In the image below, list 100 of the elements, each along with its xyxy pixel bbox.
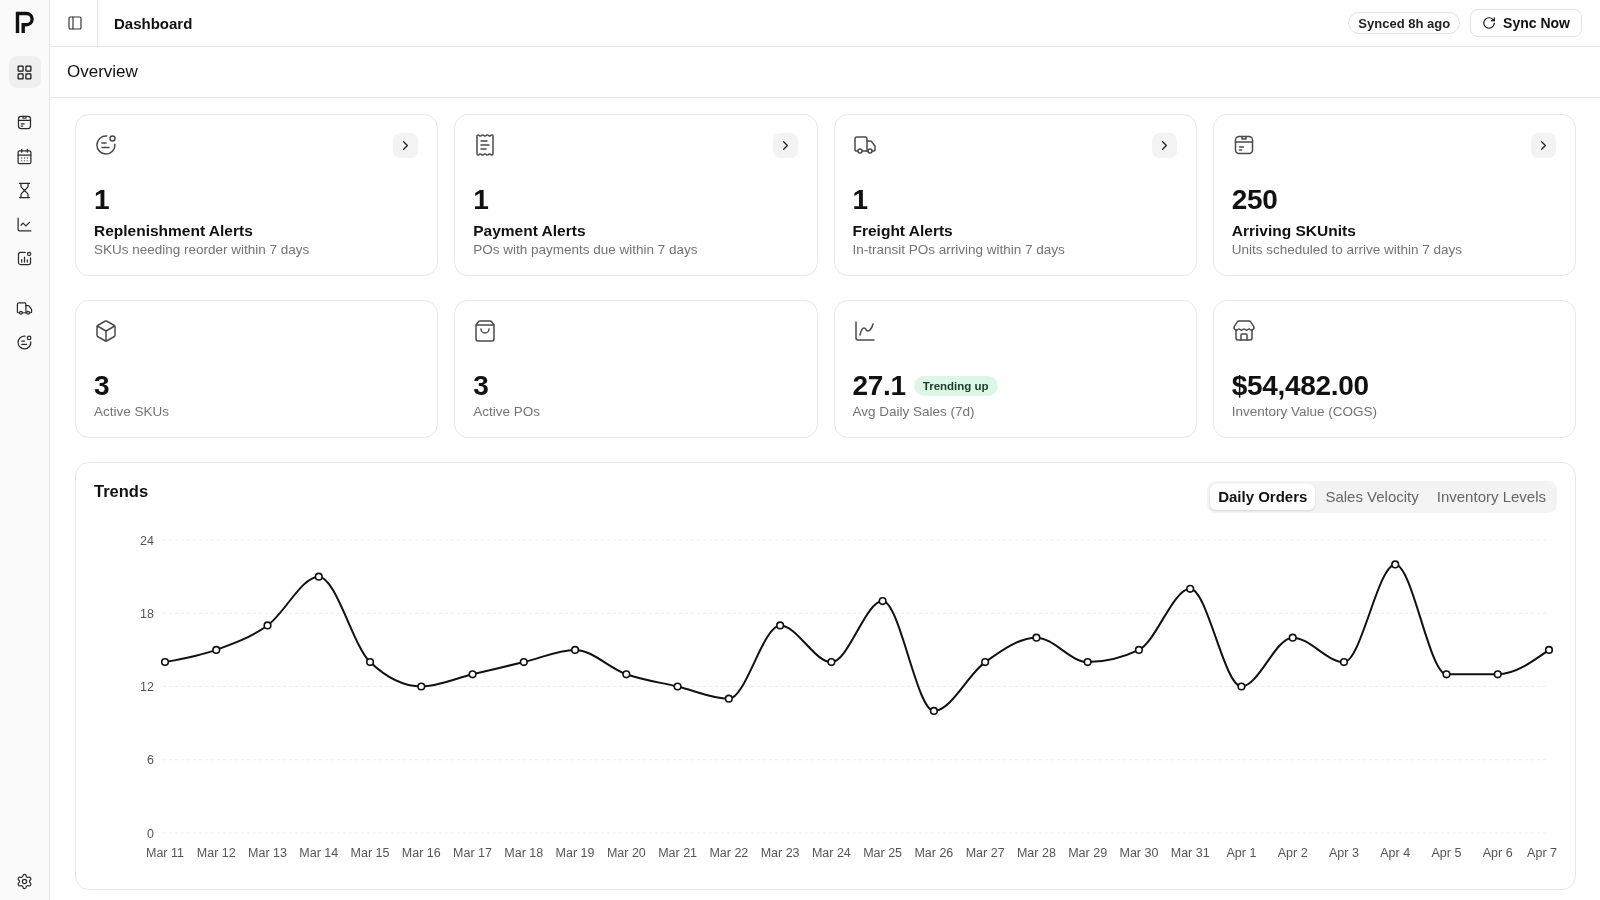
chart-tab[interactable]: Inventory Levels <box>1428 484 1554 510</box>
calendar-icon <box>16 147 33 165</box>
card-value: 3 <box>94 369 110 403</box>
data-point <box>981 658 990 667</box>
data-point <box>212 645 221 654</box>
grid-icon <box>16 63 33 81</box>
refresh-icon <box>1482 16 1497 30</box>
card-label: Avg Daily Sales (7d) <box>852 403 976 421</box>
x-axis-label: Mar 11 <box>146 846 184 860</box>
page-title: Overview <box>67 62 138 82</box>
y-axis-label: 24 <box>140 533 154 548</box>
y-axis-label: 6 <box>147 753 154 768</box>
trend-badge: Trending up <box>913 376 998 396</box>
data-point <box>1237 682 1246 691</box>
card-value: $54,482.00 <box>1231 369 1369 403</box>
truck-icon <box>852 133 877 157</box>
chart-tab[interactable]: Sales Velocity <box>1317 484 1427 510</box>
x-axis-label: Mar 21 <box>658 846 698 860</box>
x-axis-label: Mar 13 <box>248 846 287 860</box>
card-value: 1 <box>473 183 489 217</box>
x-axis-label: Mar 18 <box>504 846 544 860</box>
x-axis-label: Mar 15 <box>350 846 390 860</box>
card-label: Active POs <box>473 403 542 421</box>
card-label: Inventory Value (COGS) <box>1231 403 1379 421</box>
x-axis-label: Mar 27 <box>965 846 1005 860</box>
y-axis-label: 12 <box>140 680 154 694</box>
open-button[interactable] <box>1151 132 1177 158</box>
cube-icon <box>94 319 118 343</box>
data-point <box>263 621 272 630</box>
y-axis-label: 18 <box>140 606 154 621</box>
data-point <box>1134 645 1144 654</box>
data-point <box>1493 670 1502 679</box>
card-description: In-transit POs arriving within 7 days <box>852 241 1066 259</box>
data-point <box>365 658 375 667</box>
card-title: Payment Alerts <box>473 221 587 241</box>
card-value: 250 <box>1231 183 1278 217</box>
x-axis-label: Mar 23 <box>760 846 800 860</box>
x-axis-label: Mar 22 <box>709 846 749 860</box>
box-icon <box>16 113 33 131</box>
hourglass-icon <box>16 181 33 199</box>
x-axis-label: Mar 12 <box>196 846 236 860</box>
x-axis-label: Mar 17 <box>453 846 492 860</box>
data-point <box>468 670 477 679</box>
data-point <box>827 658 836 667</box>
data-point <box>1339 658 1349 667</box>
data-point <box>314 572 323 581</box>
x-axis-label: Mar 30 <box>1119 846 1159 860</box>
card-description: SKUs needing reorder within 7 days <box>94 241 311 259</box>
x-axis-label: Mar 24 <box>811 846 851 860</box>
chart-tab[interactable]: Daily Orders <box>1210 484 1316 510</box>
x-axis-label: Mar 29 <box>1068 846 1108 860</box>
data-point <box>417 682 426 691</box>
data-point <box>519 658 528 667</box>
data-point <box>570 645 580 654</box>
data-point <box>1442 670 1451 679</box>
data-point <box>878 596 887 606</box>
settings-icon <box>16 872 33 890</box>
x-axis-label: Apr 6 <box>1482 846 1513 860</box>
data-point <box>1083 658 1092 667</box>
card-description: Units scheduled to arrive within 7 days <box>1231 241 1464 259</box>
open-button[interactable] <box>1531 132 1556 158</box>
x-axis-label: Mar 19 <box>555 846 595 860</box>
y-axis-label: 0 <box>147 826 154 841</box>
data-point <box>776 621 785 630</box>
x-axis-label: Mar 26 <box>914 846 954 860</box>
data-point <box>673 682 682 691</box>
x-axis-label: Apr 1 <box>1226 846 1257 860</box>
header-title: Dashboard <box>114 14 193 32</box>
card-title: Freight Alerts <box>852 221 954 241</box>
open-button[interactable] <box>393 132 419 158</box>
x-axis-label: Apr 4 <box>1380 846 1411 860</box>
line-chart-icon <box>16 215 33 233</box>
card-value: 3 <box>473 369 489 403</box>
data-point <box>1186 584 1195 593</box>
x-axis-label: Apr 3 <box>1329 846 1359 860</box>
chart-title: Trends <box>94 481 149 501</box>
data-point <box>1544 645 1554 654</box>
x-axis-label: Mar 16 <box>401 846 441 860</box>
card-title: Arriving SKUnits <box>1231 221 1357 241</box>
x-axis-label: Apr 2 <box>1277 846 1308 860</box>
panel-icon <box>67 15 83 31</box>
x-axis-label: Mar 14 <box>299 846 339 860</box>
data-point <box>929 706 938 715</box>
sync-button[interactable]: Sync Now <box>1470 9 1582 37</box>
data-point <box>1032 633 1041 642</box>
x-axis-label: Mar 28 <box>1016 846 1056 860</box>
open-button[interactable] <box>772 132 798 158</box>
card-description: POs with payments due within 7 days <box>473 241 699 259</box>
card-title: Replenishment Alerts <box>94 221 254 241</box>
nav-button[interactable] <box>8 56 41 88</box>
data-point <box>160 658 170 667</box>
card-value: 1 <box>94 183 110 217</box>
card-label: Active SKUs <box>94 403 171 421</box>
bag-icon <box>473 319 498 343</box>
face-icon <box>16 333 33 351</box>
x-axis-label: Apr 5 <box>1431 846 1462 860</box>
store-icon <box>1231 319 1256 343</box>
data-point <box>622 670 631 679</box>
logo-icon <box>14 11 35 33</box>
card-value: 1 <box>852 183 868 217</box>
